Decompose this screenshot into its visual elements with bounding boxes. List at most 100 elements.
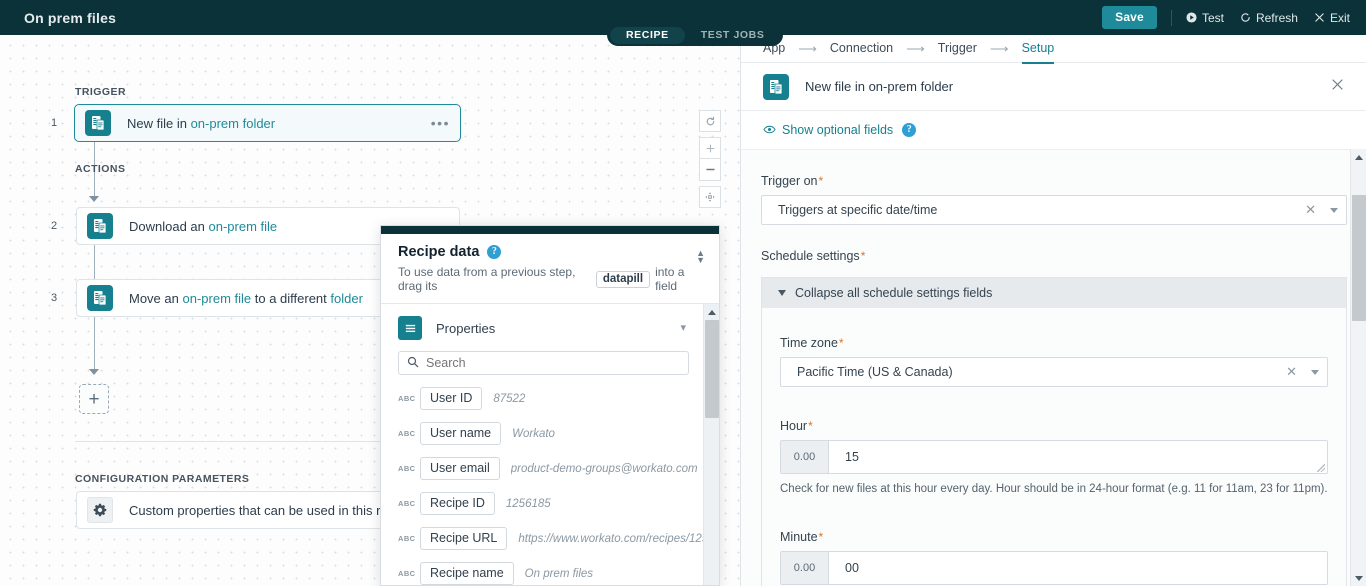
required-marker: * <box>819 174 824 188</box>
exit-button[interactable]: Exit <box>1314 11 1350 25</box>
datapill-name[interactable]: User ID <box>420 387 482 410</box>
tab-test-jobs[interactable]: TEST JOBS <box>685 27 781 44</box>
scroll-up-arrow[interactable] <box>704 305 720 319</box>
list-item[interactable]: ABC Recipe URL https://www.workato.com/r… <box>381 521 719 556</box>
connector-3 <box>94 317 95 370</box>
step-card-1[interactable]: New file in on-prem folder ••• <box>74 104 461 142</box>
hour-input[interactable]: 0.00 15 <box>780 440 1328 474</box>
show-optional-fields-button[interactable]: Show optional fields <box>763 123 893 137</box>
arrowhead-3 <box>89 369 99 375</box>
abc-type-icon: ABC <box>398 499 420 508</box>
minute-field: Minute* 0.00 00 <box>780 530 1328 585</box>
file-icon <box>763 74 789 100</box>
datapill-name[interactable]: User email <box>420 457 500 480</box>
config-panel-header: New file in on-prem folder <box>741 63 1366 111</box>
list-item[interactable]: ABC Recipe ID 1256185 <box>381 486 719 521</box>
recipe-data-scrollbar[interactable] <box>703 304 719 586</box>
scrollbar-thumb[interactable] <box>705 320 719 418</box>
clear-icon[interactable]: ✕ <box>1286 364 1297 380</box>
collapse-schedule-settings-button[interactable]: Collapse all schedule settings fields <box>762 278 1346 308</box>
recipe-data-subtitle-post: into a field <box>655 265 703 293</box>
scroll-down-arrow[interactable] <box>1351 571 1366 585</box>
close-panel-button[interactable] <box>1331 78 1344 95</box>
time-zone-select[interactable]: Pacific Time (US & Canada) ✕ <box>780 357 1328 387</box>
collapse-schedule-settings-label: Collapse all schedule settings fields <box>795 286 992 300</box>
step-number-1: 1 <box>47 117 61 129</box>
clear-icon[interactable]: ✕ <box>1305 202 1316 218</box>
properties-icon <box>398 316 422 340</box>
reset-view-button[interactable] <box>699 110 721 132</box>
refresh-button[interactable]: Refresh <box>1240 11 1298 25</box>
search-input[interactable] <box>426 356 656 370</box>
datapill-name[interactable]: Recipe URL <box>420 527 507 550</box>
breadcrumb-item-setup[interactable]: Setup <box>1022 41 1055 56</box>
hour-field: Hour* 0.00 15 Check for new files at thi… <box>780 419 1328 498</box>
scrollbar-thumb[interactable] <box>1352 195 1366 321</box>
search-box[interactable] <box>398 351 689 375</box>
scroll-up-arrow[interactable] <box>1351 150 1366 164</box>
resize-handle[interactable] <box>1317 464 1325 472</box>
hour-value[interactable]: 15 <box>829 441 1327 473</box>
step-label-1: New file in on-prem folder <box>127 116 275 131</box>
fit-to-screen-button[interactable] <box>699 186 721 208</box>
step-number-2: 2 <box>47 220 61 232</box>
minute-input[interactable]: 0.00 00 <box>780 551 1328 585</box>
tab-recipe[interactable]: RECIPE <box>610 27 685 44</box>
minute-value[interactable]: 00 <box>829 552 1327 584</box>
breadcrumb-item-connection[interactable]: Connection <box>830 41 893 56</box>
exit-button-label: Exit <box>1330 11 1350 25</box>
config-panel-scrollbar[interactable] <box>1350 149 1366 586</box>
zoom-out-button[interactable] <box>699 159 721 181</box>
arrow-right-icon: ⟶ <box>798 41 817 57</box>
step-label-3: Move an on-prem file to a different fold… <box>129 291 363 306</box>
zoom-in-button[interactable] <box>699 137 721 159</box>
arrow-right-icon: ⟶ <box>906 41 925 57</box>
show-optional-fields-label: Show optional fields <box>782 123 893 137</box>
config-parameters-label: Custom properties that can be used in th… <box>129 503 412 518</box>
properties-label: Properties <box>436 321 495 336</box>
breadcrumb-item-trigger[interactable]: Trigger <box>938 41 977 56</box>
arrow-right-icon: ⟶ <box>990 41 1009 57</box>
add-step-button[interactable]: + <box>79 384 109 414</box>
save-button[interactable]: Save <box>1102 6 1157 29</box>
properties-section-header[interactable]: Properties ▾ <box>381 304 719 340</box>
search-icon <box>407 356 419 371</box>
file-icon <box>87 285 113 311</box>
recipe-title: On prem files <box>24 10 116 26</box>
datapill-chip[interactable]: datapill <box>596 271 650 288</box>
list-item[interactable]: ABC User name Workato <box>381 416 719 451</box>
abc-type-icon: ABC <box>398 394 420 403</box>
config-panel-title: New file in on-prem folder <box>805 79 953 94</box>
help-icon[interactable]: ? <box>487 245 501 259</box>
schedule-settings-body: Time zone* Pacific Time (US & Canada) ✕ … <box>762 308 1346 586</box>
datapill-name[interactable]: Recipe ID <box>420 492 495 515</box>
mode-tab-group: RECIPE TEST JOBS <box>607 24 783 46</box>
collapse-toggle-icon[interactable]: ▲▼ <box>696 250 705 264</box>
step-menu-button-1[interactable]: ••• <box>431 118 450 128</box>
chevron-down-icon[interactable] <box>1330 208 1338 213</box>
abc-type-icon: ABC <box>398 534 420 543</box>
list-item[interactable]: ABC User ID 87522 <box>381 381 719 416</box>
refresh-icon <box>1240 12 1251 23</box>
list-item[interactable]: ABC User email product-demo-groups@worka… <box>381 451 719 486</box>
trigger-on-value: Triggers at specific date/time <box>778 203 937 217</box>
file-icon <box>87 213 113 239</box>
top-bar-actions: Save Test Refresh Exit <box>1102 0 1366 35</box>
chevron-down-icon[interactable]: ▾ <box>680 321 686 334</box>
required-marker: * <box>808 419 813 433</box>
file-icon <box>85 110 111 136</box>
trigger-section-label: TRIGGER <box>75 86 126 98</box>
app-root: On prem files Save Test Refresh Exit <box>0 0 1366 586</box>
list-item[interactable]: ABC Recipe name On prem files <box>381 556 719 586</box>
test-button[interactable]: Test <box>1186 11 1224 25</box>
help-icon[interactable]: ? <box>902 123 916 137</box>
datapill-name[interactable]: Recipe name <box>420 562 514 585</box>
minute-label: Minute* <box>780 530 1328 544</box>
datapill-name[interactable]: User name <box>420 422 501 445</box>
chevron-down-icon[interactable] <box>1311 370 1319 375</box>
recipe-data-panel-topstripe <box>381 226 719 234</box>
recipe-data-subtitle: To use data from a previous step, drag i… <box>398 265 703 293</box>
arrowhead-1 <box>89 196 99 202</box>
trigger-on-select[interactable]: Triggers at specific date/time ✕ <box>761 195 1347 225</box>
config-params-label: CONFIGURATION PARAMETERS <box>75 473 249 485</box>
